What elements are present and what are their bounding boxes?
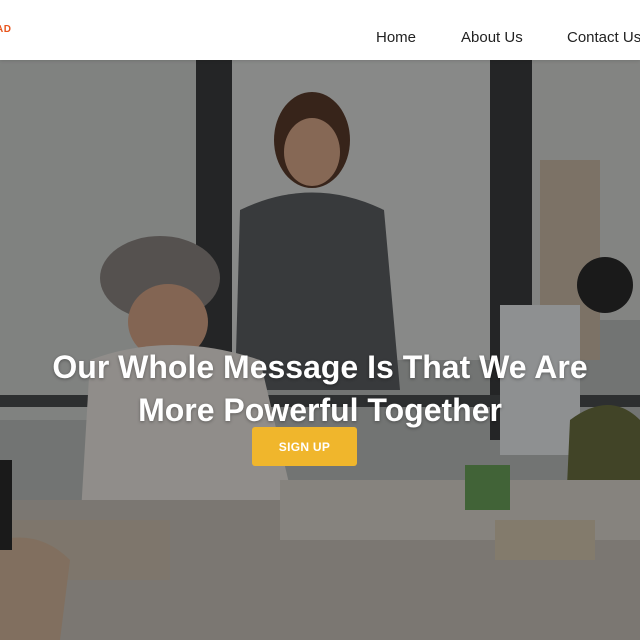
- brand-logo[interactable]: AD: [0, 24, 11, 35]
- hero-title-line-2: More Powerful Together: [138, 392, 502, 429]
- navbar: AD Home About Us Contact Us: [0, 0, 640, 60]
- hero-section: Our Whole Message Is That We Are More Po…: [0, 60, 640, 640]
- hero-title: Our Whole Message Is That We Are More Po…: [0, 346, 640, 432]
- sign-up-button[interactable]: SIGN UP: [252, 427, 357, 466]
- nav-link-contact-us[interactable]: Contact Us: [567, 29, 640, 46]
- landing-page: AD Home About Us Contact Us: [0, 0, 640, 640]
- hero-title-line-1: Our Whole Message Is That We Are: [52, 349, 588, 386]
- nav-link-home[interactable]: Home: [376, 29, 416, 46]
- nav-link-about-us[interactable]: About Us: [461, 29, 523, 46]
